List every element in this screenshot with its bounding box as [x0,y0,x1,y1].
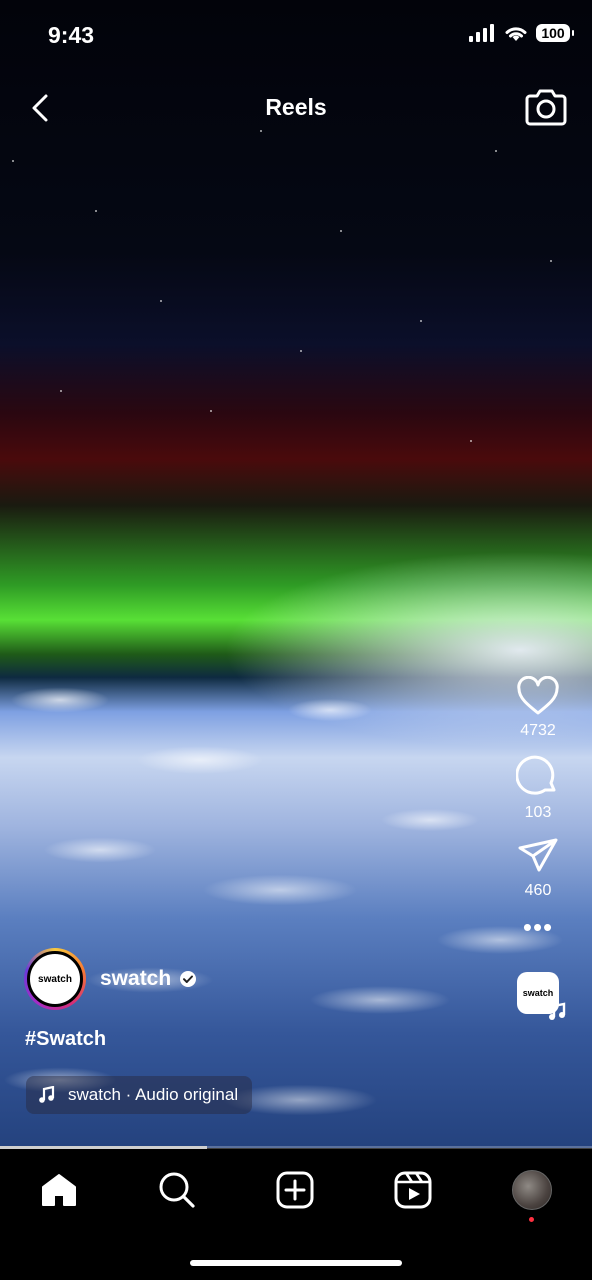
reel-owner[interactable]: swatch swatch [24,948,197,1010]
share-icon [518,838,558,872]
battery-indicator: 100 [536,24,574,42]
search-icon [159,1172,195,1208]
nav-search[interactable] [155,1168,199,1212]
video-progress-fill [0,1146,208,1149]
nav-reels[interactable] [391,1168,435,1212]
audio-thumb-text: swatch [522,988,554,998]
home-icon [42,1174,76,1206]
camera-icon [525,89,567,126]
video-progress[interactable] [0,1146,592,1149]
comment-icon [516,755,556,795]
like-count: 4732 [520,722,556,739]
more-icon[interactable]: ••• [523,914,553,940]
nav-home[interactable] [37,1168,81,1212]
notification-dot [529,1217,534,1222]
audio-info[interactable]: swatch · Audio original [26,1076,253,1114]
status-icons: 100 [468,24,574,42]
verified-icon [180,971,197,987]
status-time: 9:43 [48,22,95,48]
comment-button[interactable]: 103 [516,754,560,822]
comment-count: 103 [524,804,552,821]
audio-thumbnail[interactable]: swatch [517,972,566,1020]
heart-icon [517,676,559,715]
music-note-icon [39,1086,55,1103]
profile-avatar [512,1170,552,1210]
wifi-icon [505,27,527,41]
like-button[interactable]: 4732 [516,676,560,740]
create-icon [276,1171,314,1209]
audio-label: swatch · Audio original [68,1085,239,1104]
reels-screen: 9:43 100 Reels 4732 103 460 ••• swatch s… [0,0,592,1280]
reels-icon [394,1171,432,1209]
nav-create[interactable] [273,1168,317,1212]
reel-caption[interactable]: #Swatch [25,1028,106,1051]
page-title: Reels [265,94,327,120]
reel-actions: 4732 103 460 ••• swatch [508,676,568,1020]
share-button[interactable]: 460 [516,836,560,900]
camera-button[interactable] [524,86,568,128]
signal-icon [469,24,494,42]
music-note-icon [549,1002,566,1020]
avatar-logo: swatch [27,951,83,1007]
nav-profile[interactable] [510,1168,554,1222]
share-count: 460 [524,882,552,899]
home-indicator [190,1260,402,1266]
video-clouds [0,640,592,1148]
username[interactable]: swatch [100,967,171,991]
avatar[interactable]: swatch [24,948,86,1010]
